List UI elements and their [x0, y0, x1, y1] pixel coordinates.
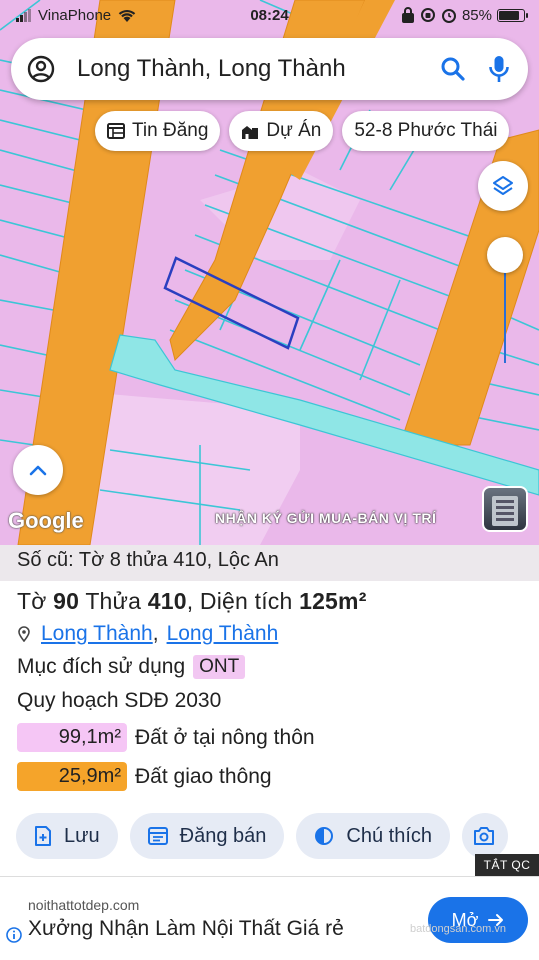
status-left: VinaPhone: [16, 7, 137, 24]
app-root: { "status_bar": { "carrier": "VinaPhone"…: [0, 0, 539, 960]
land-use-label: Đất ở tại nông thôn: [135, 725, 315, 749]
chip-label: 52-8 Phước Thái: [354, 120, 498, 141]
alarm-icon: [441, 9, 456, 23]
search-input[interactable]: Long Thành, Long Thành: [77, 55, 440, 83]
post-icon: [147, 827, 168, 845]
parcel-title: Tờ 90 Thửa 410, Diện tích 125m²: [0, 588, 539, 615]
chip-label: Dự Án: [266, 120, 322, 141]
legend-label: Chú thích: [346, 824, 432, 847]
chip-tin-dang[interactable]: Tin Đăng: [95, 111, 221, 151]
save-button[interactable]: Lưu: [16, 813, 118, 859]
close-ad-button[interactable]: TẮT QC: [475, 854, 539, 876]
street-view-thumbnail[interactable]: [482, 486, 528, 532]
google-logo: Google: [8, 508, 84, 533]
land-area-badge: 99,1m²: [17, 723, 127, 752]
map-banner-text: NHẬN KÝ GỬI MUA-BÁN VỊ TRÍ: [215, 510, 437, 526]
watermark: batdongsan.com.vn: [410, 923, 507, 935]
filter-chips: Tin Đăng Dự Án 52-8 Phước Thái: [95, 111, 510, 151]
ad-title: Xưởng Nhận Làm Nội Thất Giá rẻ: [28, 917, 344, 940]
layers-icon: [493, 176, 513, 195]
status-right: 85%: [401, 6, 528, 24]
old-reference: Số cũ: Tờ 8 thửa 410, Lộc An: [0, 545, 539, 581]
search-bar[interactable]: Long Thành, Long Thành: [11, 38, 528, 100]
listing-icon: [107, 123, 125, 139]
battery-icon: [497, 8, 528, 22]
land-use-row: 25,9m² Đất giao thông: [0, 762, 539, 791]
layers-button[interactable]: [478, 161, 528, 211]
thua-label: Thửa: [85, 588, 142, 614]
province-link[interactable]: Long Thành: [167, 622, 279, 646]
chevron-up-icon: [29, 465, 47, 476]
signal-icon: [16, 9, 31, 22]
ad-open-button[interactable]: Mở: [428, 897, 528, 943]
to-value: 90: [53, 588, 80, 614]
land-use-row: 99,1m² Đất ở tại nông thôn: [0, 723, 539, 752]
info-icon[interactable]: [6, 927, 22, 948]
area-label: , Diện tích: [186, 588, 293, 614]
action-buttons: Lưu Đăng bán Chú thích: [16, 813, 508, 859]
add-photo-button[interactable]: [462, 813, 508, 859]
purpose-label: Mục đích sử dụng: [17, 655, 186, 678]
post-sale-button[interactable]: Đăng bán: [129, 813, 285, 859]
chip-du-an[interactable]: Dự Án: [229, 111, 334, 151]
chip-label: Tin Đăng: [132, 120, 209, 141]
ad-banner[interactable]: noithattotdep.com Xưởng Nhận Làm Nội Thấ…: [0, 876, 539, 960]
purpose-line: Mục đích sử dụng ONT: [0, 655, 539, 679]
legend-icon: [315, 827, 334, 845]
land-use-label: Đất giao thông: [135, 764, 272, 788]
opacity-slider-handle[interactable]: [487, 237, 523, 273]
thua-value: 410: [147, 588, 187, 614]
land-area-badge: 25,9m²: [17, 762, 127, 791]
purpose-code-badge: ONT: [193, 655, 246, 679]
expand-panel-button[interactable]: [13, 445, 63, 495]
save-label: Lưu: [64, 824, 100, 847]
microphone-icon[interactable]: [488, 55, 510, 83]
add-photo-icon: [474, 827, 494, 845]
status-bar: VinaPhone 08:24 85%: [0, 0, 539, 30]
battery-fill: [499, 10, 520, 20]
location-line: Long Thành, Long Thành: [0, 622, 539, 646]
location-pin-icon: [18, 626, 30, 642]
district-link[interactable]: Long Thành: [41, 622, 153, 646]
rotation-lock-icon: [420, 8, 435, 22]
plan-label: Quy hoạch SDĐ 2030: [17, 689, 222, 712]
wifi-icon: [118, 9, 136, 22]
building-icon: [242, 125, 259, 139]
post-sale-label: Đăng bán: [179, 824, 267, 847]
ad-domain: noithattotdep.com: [28, 897, 140, 913]
location-separator: ,: [152, 622, 159, 645]
carrier-label: VinaPhone: [38, 6, 112, 24]
save-icon: [35, 826, 51, 846]
battery-percent: 85%: [461, 6, 492, 24]
chip-location[interactable]: 52-8 Phước Thái: [342, 111, 510, 151]
to-label: Tờ: [17, 588, 47, 614]
lock-icon: [401, 7, 414, 23]
account-icon[interactable]: [27, 55, 55, 83]
search-icon[interactable]: [440, 56, 466, 82]
legend-button[interactable]: Chú thích: [296, 813, 450, 859]
parcel-info-panel: Số cũ: Tờ 8 thửa 410, Lộc An Tờ 90 Thửa …: [0, 545, 539, 875]
area-value: 125m²: [299, 588, 367, 614]
